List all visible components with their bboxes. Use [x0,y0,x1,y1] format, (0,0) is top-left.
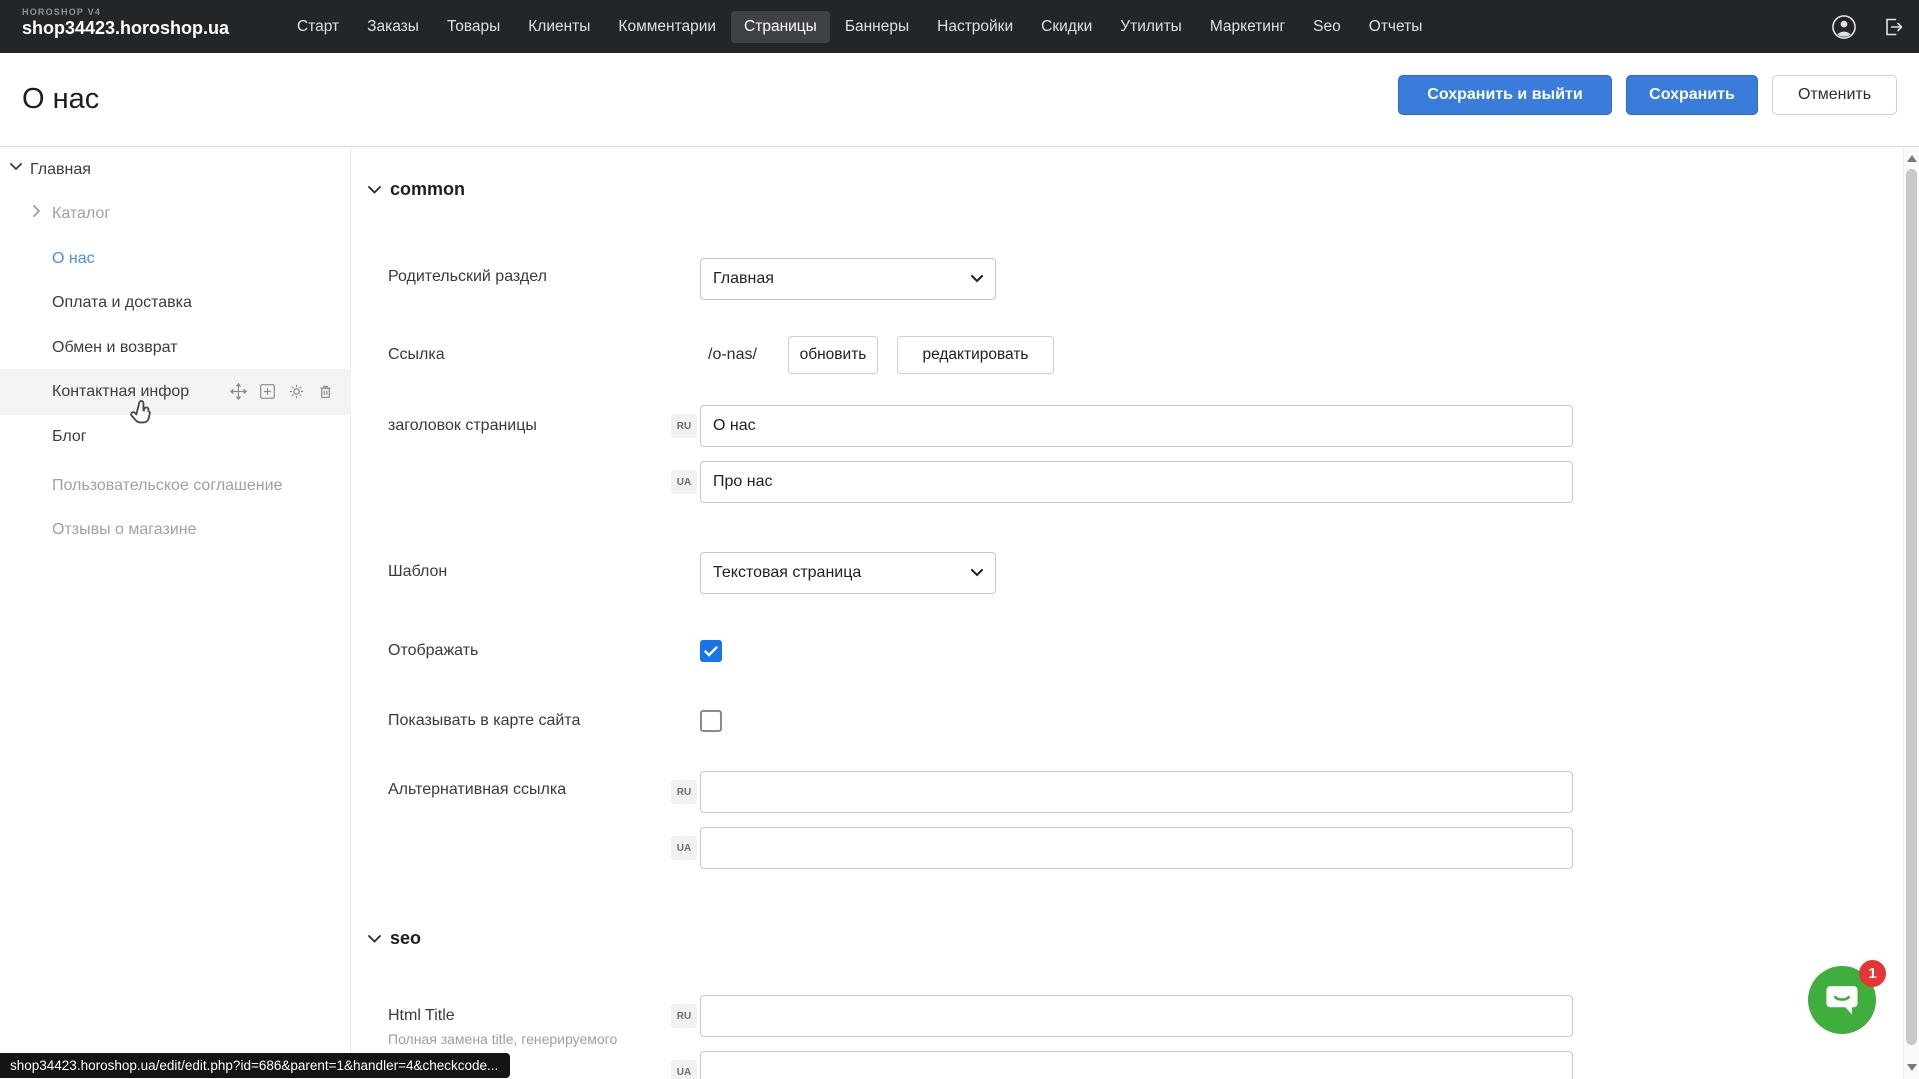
save-and-exit-button[interactable]: Сохранить и выйти [1398,75,1612,115]
alt-link-ru-input[interactable] [700,771,1573,813]
menu-item-reports[interactable]: Отчеты [1356,11,1436,43]
html-title-ua-input[interactable] [700,1051,1573,1079]
sitemap-checkbox[interactable] [700,710,722,732]
sitemap-label: Показывать в карте сайта [388,711,580,731]
chevron-down-icon [971,275,983,283]
header-actions: Сохранить и выйти Сохранить Отменить [1398,75,1897,115]
lang-ru-badge: RU [671,1004,697,1028]
template-select[interactable]: Текстовая страница [700,552,996,594]
lang-ru-badge: RU [671,414,697,438]
menu-item-products[interactable]: Товары [434,11,513,43]
menu-item-pages[interactable]: Страницы [731,11,830,43]
display-label: Отображать [388,641,478,661]
parent-section-label: Родительский раздел [388,267,547,287]
chevron-right-icon[interactable] [33,205,41,217]
add-icon[interactable] [259,383,276,400]
lang-ua-badge: UA [671,1060,697,1079]
chat-bubble-icon [1822,980,1862,1020]
parent-section-select[interactable]: Главная [700,258,996,300]
menu-item-utilities[interactable]: Утилиты [1107,11,1195,43]
page-title-ru-input[interactable] [700,405,1573,447]
link-refresh-button[interactable]: обновить [788,336,878,374]
chevron-down-icon [368,935,381,943]
menu-item-orders[interactable]: Заказы [354,11,432,43]
menu-item-start[interactable]: Старт [284,11,352,43]
scroll-down-arrow-icon[interactable] [1907,1064,1917,1071]
hand-cursor-icon [125,394,159,433]
section-seo-header[interactable]: seo [368,928,421,949]
section-common-header[interactable]: common [368,179,465,200]
lang-ua-badge: UA [671,836,697,860]
html-title-label: Html Title [388,1006,455,1026]
sidebar-item-catalog[interactable]: Каталог [52,203,110,225]
menu-item-banners[interactable]: Баннеры [832,11,922,43]
sidebar-item-payment-delivery[interactable]: Оплата и доставка [52,292,192,314]
logo-version-label: HOROSHOP V4 [22,7,229,17]
move-icon[interactable] [230,383,247,400]
chevron-down-icon [368,186,381,194]
template-value: Текстовая страница [713,564,861,582]
vertical-scrollbar[interactable] [1903,147,1919,1079]
link-edit-button[interactable]: редактировать [897,336,1054,374]
html-title-ru-input[interactable] [700,995,1573,1037]
sidebar-item-about[interactable]: О нас [52,248,95,270]
menu-item-marketing[interactable]: Маркетинг [1197,11,1298,43]
alt-link-ua-input[interactable] [700,827,1573,869]
account-icon[interactable] [1831,14,1857,40]
link-path-value: /o-nas/ [708,345,757,365]
sidebar-item-home[interactable]: Главная [30,159,91,181]
cancel-button[interactable]: Отменить [1772,75,1897,115]
logo[interactable]: HOROSHOP V4 shop34423.horoshop.ua [22,7,229,39]
display-checkbox[interactable] [700,640,722,662]
page-title-ua-input[interactable] [700,461,1573,503]
chat-unread-badge: 1 [1859,960,1886,987]
sidebar-item-store-reviews[interactable]: Отзывы о магазине [52,519,197,541]
topbar: HOROSHOP V4 shop34423.horoshop.ua Старт … [0,0,1919,53]
logo-domain: shop34423.horoshop.ua [22,18,229,39]
tree-row-actions [230,383,334,400]
pages-tree-sidebar: Главная Каталог О нас Оплата и доставка … [0,147,351,1079]
save-button[interactable]: Сохранить [1626,75,1758,115]
parent-section-value: Главная [713,270,774,288]
topbar-right [1831,0,1905,53]
trash-icon[interactable] [317,383,334,400]
page-header: О нас Сохранить и выйти Сохранить Отмени… [0,53,1919,147]
section-common-title: common [390,179,465,200]
chevron-down-icon[interactable] [10,163,22,171]
alt-link-label: Альтернативная ссылка [388,780,566,800]
status-url-tooltip: shop34423.horoshop.ua/edit/edit.php?id=6… [0,1053,510,1078]
menu-item-clients[interactable]: Клиенты [515,11,603,43]
section-seo-title: seo [390,928,421,949]
page-title: О нас [22,83,99,116]
sidebar-item-user-agreement[interactable]: Пользовательское соглашение [52,475,282,497]
top-menu: Старт Заказы Товары Клиенты Комментарии … [284,0,1435,53]
gear-icon[interactable] [288,383,305,400]
link-label: Ссылка [388,345,445,365]
logout-icon[interactable] [1881,15,1905,39]
html-title-hint: Полная замена title, генерируемого [388,1031,617,1047]
scrollbar-thumb[interactable] [1906,169,1917,1045]
check-icon [704,646,718,657]
menu-item-comments[interactable]: Комментарии [605,11,729,43]
menu-item-seo[interactable]: Seo [1300,11,1354,43]
sidebar-item-blog[interactable]: Блог [52,426,87,448]
app-window: HOROSHOP V4 shop34423.horoshop.ua Старт … [0,0,1919,1079]
menu-item-discounts[interactable]: Скидки [1028,11,1105,43]
sidebar-item-exchange-return[interactable]: Обмен и возврат [52,337,177,359]
page-title-field-label: заголовок страницы [388,416,537,436]
lang-ua-badge: UA [671,470,697,494]
chevron-down-icon [971,569,983,577]
template-label: Шаблон [388,562,447,582]
lang-ru-badge: RU [671,780,697,804]
scroll-up-arrow-icon[interactable] [1907,155,1917,162]
sidebar-item-contact-info[interactable]: Контактная инфор [52,381,189,403]
menu-item-settings[interactable]: Настройки [924,11,1026,43]
page-edit-form: common Родительский раздел Главная Ссылк… [351,147,1903,1079]
